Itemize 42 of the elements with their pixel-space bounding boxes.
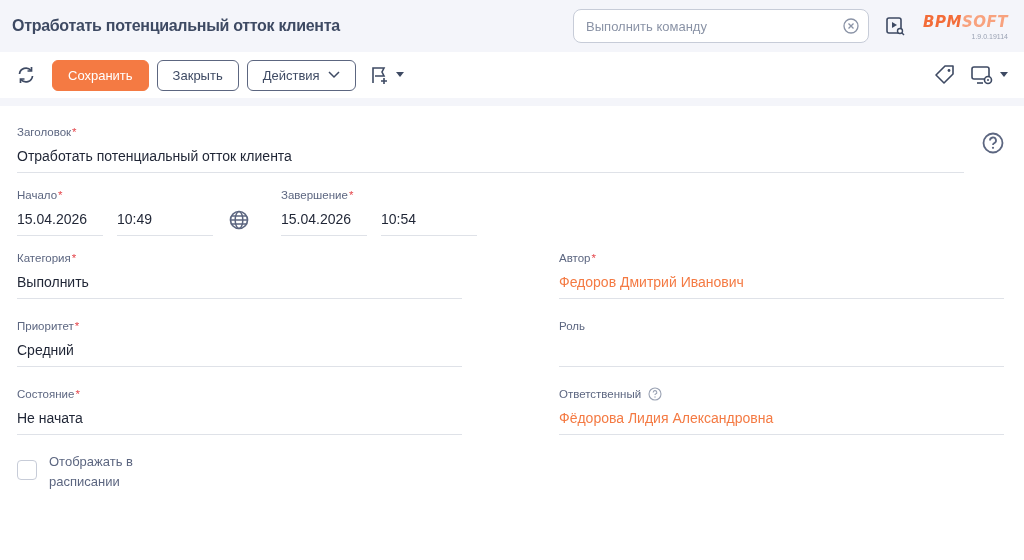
close-button[interactable]: Закрыть (156, 59, 239, 91)
video-search-icon[interactable] (885, 16, 906, 36)
tag-icon[interactable] (934, 64, 956, 86)
input-field[interactable]: Выполнить (17, 266, 462, 299)
date-field[interactable]: 15.04.2026 (281, 203, 367, 236)
checkbox[interactable] (17, 460, 37, 480)
chevron-icon (327, 71, 340, 79)
required-mark: * (75, 388, 80, 400)
input-field[interactable]: Не начата (17, 402, 462, 435)
field-label: Приоритет (17, 320, 74, 332)
required-mark: * (72, 126, 77, 138)
input-field[interactable]: Средний (17, 334, 462, 367)
time-field[interactable]: 10:54 (381, 203, 477, 236)
caret-icon[interactable] (395, 72, 404, 78)
field-label: Начало (17, 189, 58, 201)
field-label: Завершение (281, 189, 348, 201)
field-label: Заголовок (17, 126, 72, 138)
refresh-icon[interactable] (16, 65, 36, 85)
field-label: Автор (559, 252, 591, 264)
required-mark: * (348, 189, 354, 201)
checkbox-label: Отображать в расписании (49, 453, 134, 491)
field-label: Категория (17, 252, 71, 264)
field-label: Ответственный (559, 388, 642, 400)
title-field[interactable]: Отработать потенциальный отток клиента (17, 140, 964, 173)
date-field[interactable]: 15.04.2026 (17, 203, 103, 236)
logo: BPMSOFT (923, 12, 1008, 31)
clear-icon[interactable] (843, 18, 860, 34)
required-mark: * (591, 252, 596, 264)
field-label: Роль (559, 320, 585, 332)
flag-add-icon[interactable] (369, 65, 390, 85)
actions-button[interactable]: Действия (246, 59, 356, 91)
field-label: Состояние (17, 388, 75, 400)
required-mark: * (58, 189, 63, 201)
page-title: Отработать потенциальный отток клиента (12, 17, 342, 35)
required-mark: * (71, 252, 77, 264)
help-icon[interactable] (982, 132, 1004, 154)
caret-icon[interactable] (1000, 72, 1008, 78)
display-settings-icon[interactable] (970, 64, 994, 86)
command-field[interactable]: Выполнить команду (573, 9, 870, 43)
time-field[interactable]: 10:49 (117, 203, 213, 236)
globe-icon[interactable] (229, 209, 249, 230)
required-mark: * (74, 320, 80, 332)
